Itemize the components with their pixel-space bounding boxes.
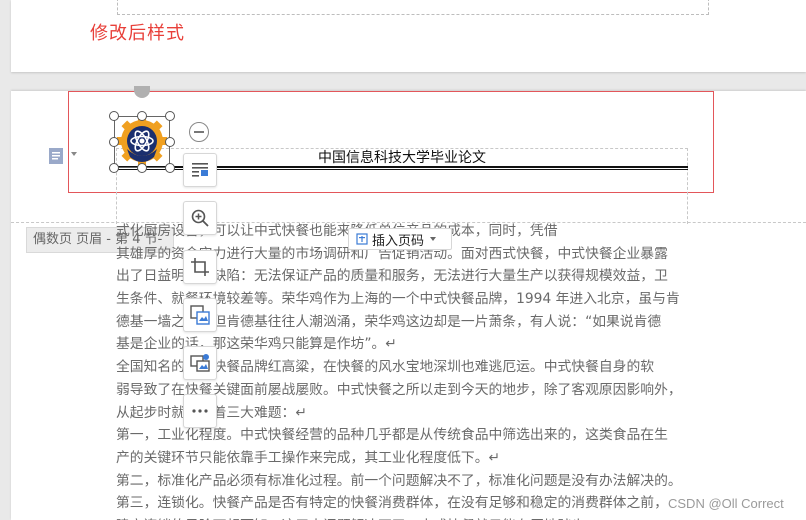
document-icon[interactable] [47, 146, 67, 166]
watermark: CSDN @Oll Correct [668, 496, 784, 511]
image-convert-button[interactable] [183, 298, 217, 332]
caption-text: 修改后样式 [90, 23, 185, 44]
wrap-text-button[interactable] [183, 153, 217, 187]
crop-icon [191, 258, 209, 276]
page-number-icon [356, 233, 368, 245]
insert-page-number-label: 插入页码 [372, 233, 425, 249]
more-options-button[interactable] [183, 394, 217, 428]
header-title[interactable]: 中国信息科技大学毕业论文 [318, 147, 486, 167]
chevron-down-icon[interactable] [71, 152, 77, 156]
body-line: 第二，标准化产品必须有标准化过程。前一个问题解决不了，标准化问题是没有办法解决的… [116, 472, 681, 489]
resize-handle-bottom[interactable] [137, 163, 147, 173]
content-boundary [117, 0, 709, 15]
replace-image-button[interactable] [183, 346, 217, 380]
chevron-down-icon [430, 237, 437, 241]
more-icon [192, 409, 208, 413]
resize-handle-top-right[interactable] [165, 111, 175, 121]
resize-handle-bottom-right[interactable] [165, 163, 175, 173]
resize-handle-left[interactable] [109, 137, 119, 147]
resize-handle-bottom-left[interactable] [109, 163, 119, 173]
document-page-previous: 修改后样式 [11, 0, 806, 72]
collapse-icon[interactable] [189, 122, 209, 142]
resize-handle-top-left[interactable] [109, 111, 119, 121]
zoom-in-button[interactable] [183, 201, 217, 235]
replace-image-icon [190, 354, 210, 372]
zoom-in-icon [191, 209, 209, 227]
crop-button[interactable] [183, 250, 217, 284]
resize-handle-right[interactable] [165, 137, 175, 147]
wrap-text-icon [192, 163, 208, 177]
resize-handle-top[interactable] [137, 111, 147, 121]
image-selection-box [114, 116, 170, 168]
body-line: 产的关键环节只能依靠手工操作来完成，其工业化程度低下。↵ [116, 449, 501, 466]
image-convert-icon [190, 305, 210, 325]
insert-page-number-button[interactable]: 插入页码 [348, 228, 452, 250]
body-line: 第三，连锁化。快餐产品是否有特定的快餐消费群体，在没有足够和稳定的消费群体之前， [116, 495, 668, 512]
body-line: 建立连锁的风险可想而知。这三大问题解决不了，中式快餐就只能在原地踏步。↵ [116, 515, 681, 520]
